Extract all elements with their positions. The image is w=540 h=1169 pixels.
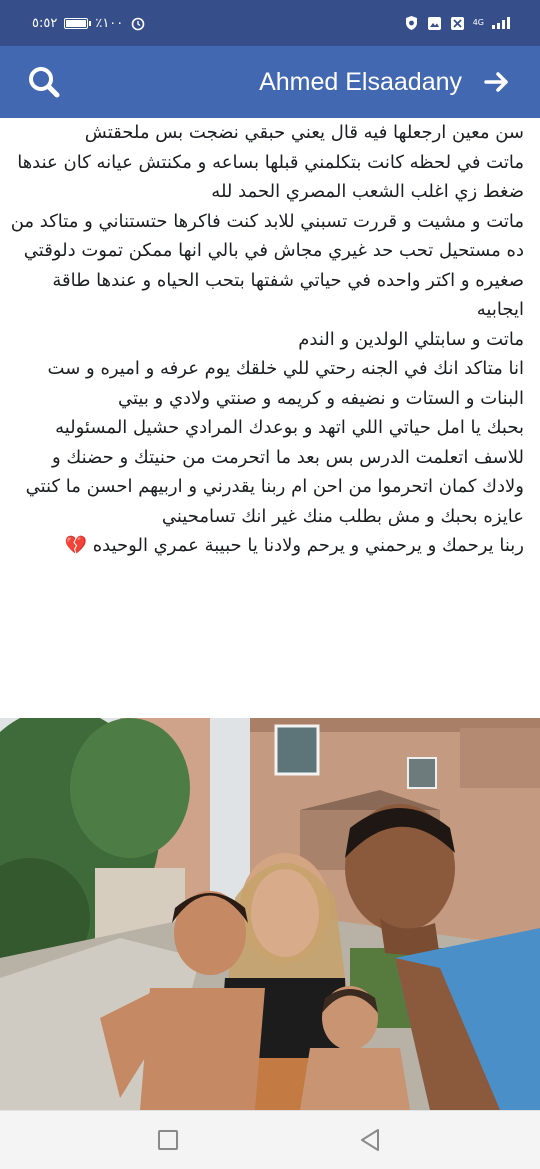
system-nav-bar — [0, 1110, 540, 1169]
profile-name[interactable]: Ahmed Elsaadany — [259, 68, 462, 97]
search-button[interactable] — [24, 62, 64, 102]
square-icon[interactable] — [158, 1130, 178, 1150]
post-paragraph: ماتت و سابتلي الولدين و الندم — [298, 328, 524, 350]
family-photo — [0, 718, 540, 1110]
alarm-icon — [131, 17, 145, 31]
post-paragraph: بحبك يا امل حياتي اللي اتهد و بوعدك المر… — [25, 417, 524, 527]
post-text: سن معين ارجعلها فيه قال يعني حبقي نضجت ب… — [0, 118, 540, 718]
notification-icon — [450, 16, 464, 30]
search-icon — [29, 67, 60, 98]
network-type: 4G — [472, 18, 484, 27]
app-bar: Ahmed Elsaadany — [0, 46, 540, 118]
post-paragraph: سن معين ارجعلها فيه قال يعني حبقي نضجت ب… — [84, 122, 524, 143]
triangle-back-icon[interactable] — [358, 1128, 382, 1152]
signal-icon — [492, 17, 510, 29]
battery-percent: ٪١٠٠ — [95, 15, 124, 31]
header-title-group: Ahmed Elsaadany — [259, 67, 512, 97]
post-paragraph: ربنا يرحمك و يرحمني و يرحم ولادنا يا حبي… — [64, 535, 524, 556]
clock-text: ٥:٥٢ — [32, 15, 58, 31]
post-paragraph: ماتت في لحظه كانت بتكلمني قبلها بساعه و … — [17, 151, 524, 203]
status-left: ٥:٥٢ ٪١٠٠ — [32, 15, 146, 31]
post-paragraph: ماتت و مشيت و قررت تسبني للابد كنت فاكره… — [10, 210, 524, 321]
status-bar: ٥:٥٢ ٪١٠٠ 4G — [0, 0, 540, 46]
post-paragraph: انا متاكد انك في الجنه رحتي للي خلقك يوم… — [47, 358, 524, 409]
shield-icon — [405, 16, 417, 30]
battery-icon — [64, 17, 92, 29]
photo-icon — [427, 16, 441, 30]
arrow-right-icon[interactable] — [482, 67, 512, 97]
post-photo[interactable] — [0, 718, 540, 1110]
status-right: 4G — [404, 15, 510, 31]
